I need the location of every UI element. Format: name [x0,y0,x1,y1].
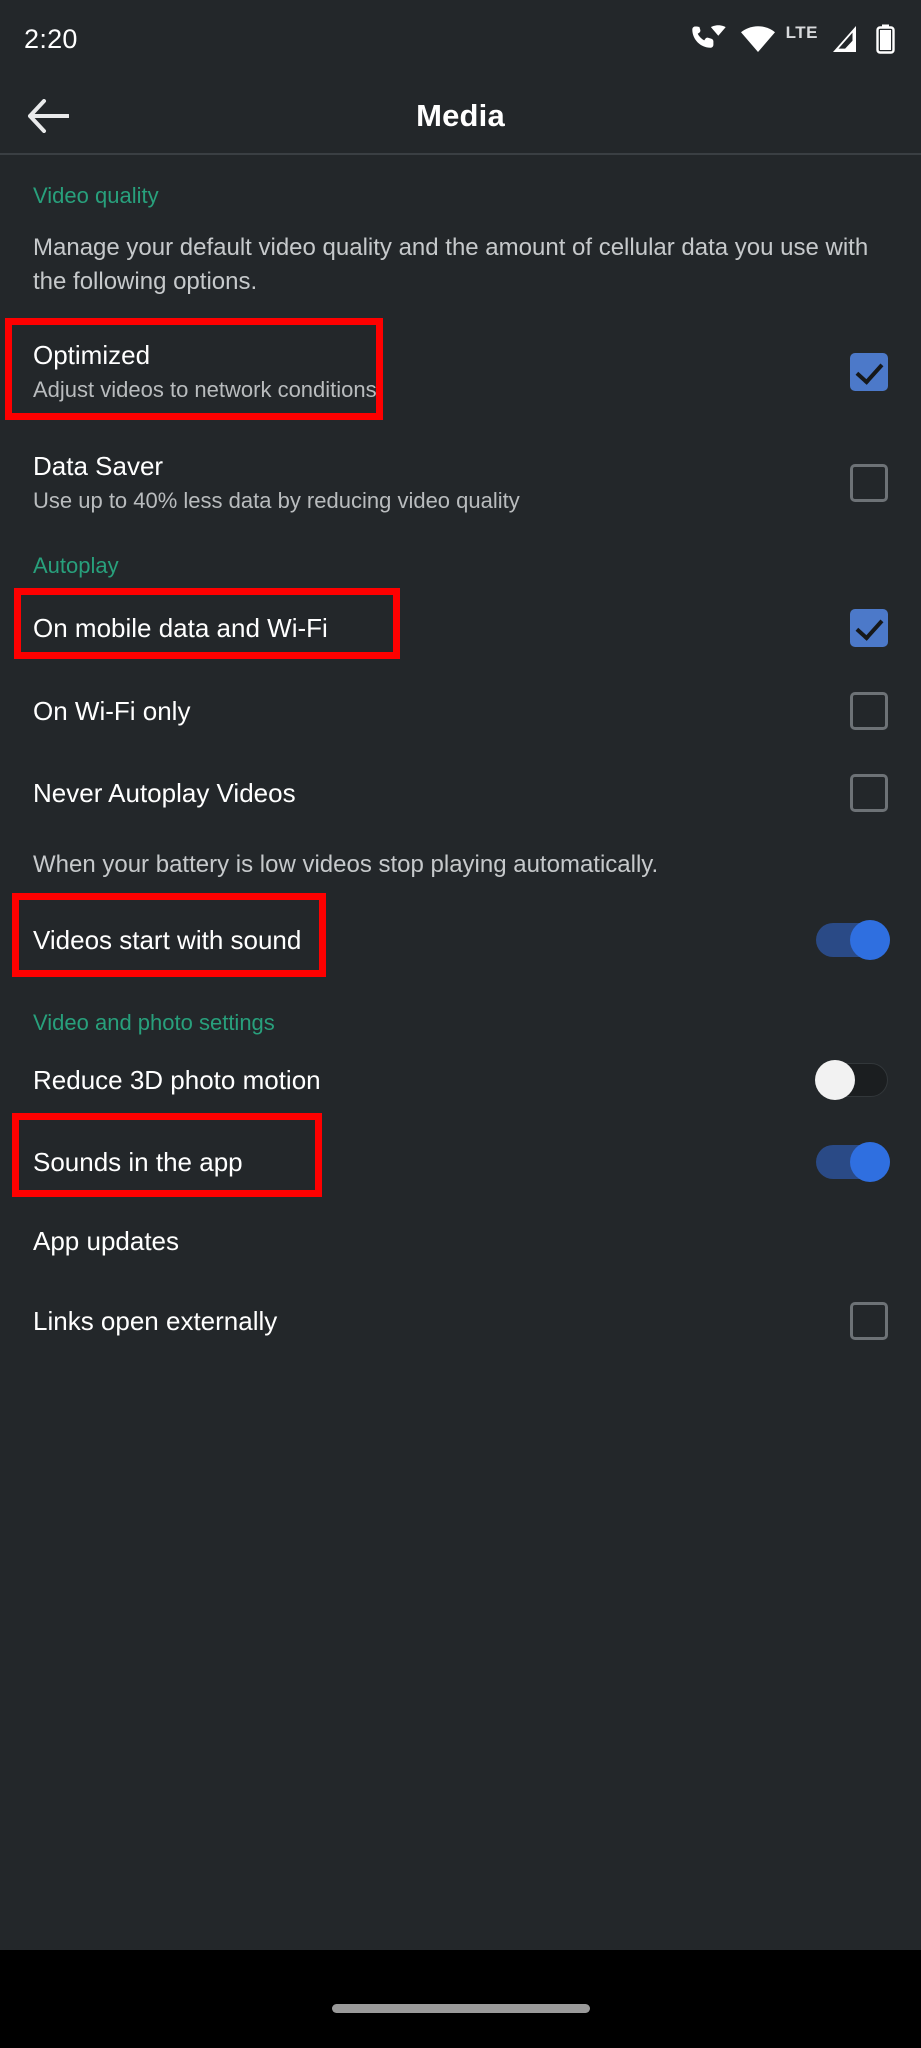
autoplay-battery-footnote: When your battery is low videos stop pla… [33,851,659,878]
back-arrow-icon [28,99,69,133]
row-on-mobile-data-and-wifi-title: On mobile data and Wi-Fi [33,612,328,643]
page-title: Media [416,98,505,133]
app-bar: Media [0,78,921,154]
row-data-saver-labels: Data Saver Use up to 40% less data by re… [33,450,520,515]
row-app-updates[interactable]: App updates [0,1208,921,1274]
row-on-wifi-only[interactable]: On Wi-Fi only [0,678,921,744]
toggle-knob [850,920,890,960]
row-optimized[interactable]: Optimized Adjust videos to network condi… [0,327,921,417]
row-app-updates-title: App updates [33,1225,180,1256]
row-optimized-title: Optimized [33,340,151,371]
checkbox-never-autoplay-videos[interactable] [850,774,888,812]
back-button[interactable] [10,78,86,154]
row-links-open-externally-title: Links open externally [33,1305,278,1336]
signal-bars-icon [833,26,856,52]
row-data-saver-subtitle: Use up to 40% less data by reducing vide… [33,487,520,513]
network-type-label: LTE [785,23,818,42]
row-data-saver-title: Data Saver [33,451,164,482]
checkbox-optimized[interactable] [850,353,888,391]
row-on-mobile-data-and-wifi[interactable]: On mobile data and Wi-Fi [0,595,921,661]
row-sounds-in-the-app[interactable]: Sounds in the app [0,1125,921,1199]
row-on-wifi-only-title: On Wi-Fi only [33,695,191,726]
toggle-videos-start-with-sound[interactable] [816,920,890,960]
row-data-saver[interactable]: Data Saver Use up to 40% less data by re… [0,438,921,528]
section-header-video-quality: Video quality [33,183,159,208]
row-optimized-subtitle: Adjust videos to network conditions [33,376,377,402]
toggle-knob [815,1060,855,1100]
row-videos-start-with-sound-title: Videos start with sound [33,924,302,955]
toggle-sounds-in-the-app[interactable] [816,1142,890,1182]
row-videos-start-with-sound[interactable]: Videos start with sound [0,903,921,977]
wifi-icon [740,26,775,52]
battery-icon [876,24,895,54]
row-never-autoplay-videos-title: Never Autoplay Videos [33,777,296,808]
status-bar: 2:20 LTE [0,0,921,78]
wifi-calling-icon [691,25,726,48]
row-sounds-in-the-app-title: Sounds in the app [33,1146,243,1177]
system-navigation-bar [0,1950,921,2048]
toggle-reduce-3d-photo-motion[interactable] [815,1060,888,1100]
row-reduce-3d-photo-motion-title: Reduce 3D photo motion [33,1064,321,1095]
checkbox-on-mobile-data-and-wifi[interactable] [850,609,888,647]
toggle-knob [850,1142,890,1182]
checkbox-links-open-externally[interactable] [850,1302,888,1340]
settings-content: Video quality Manage your default video … [0,155,921,1950]
checkbox-data-saver[interactable] [850,464,888,502]
row-never-autoplay-videos[interactable]: Never Autoplay Videos [0,760,921,826]
section-header-video-and-photo-settings: Video and photo settings [33,1010,275,1035]
row-reduce-3d-photo-motion[interactable]: Reduce 3D photo motion [0,1043,921,1117]
row-links-open-externally[interactable]: Links open externally [0,1288,921,1354]
row-optimized-labels: Optimized Adjust videos to network condi… [33,339,377,404]
phone-screen: 2:20 LTE Media Video quality Manage your… [0,0,921,2048]
section-description-video-quality: Manage your default video quality and th… [33,234,869,296]
status-bar-clock: 2:20 [24,23,78,54]
status-bar-icons: LTE [691,23,895,54]
checkbox-on-wifi-only[interactable] [850,692,888,730]
section-header-autoplay: Autoplay [33,553,119,578]
home-indicator[interactable] [331,2003,590,2013]
